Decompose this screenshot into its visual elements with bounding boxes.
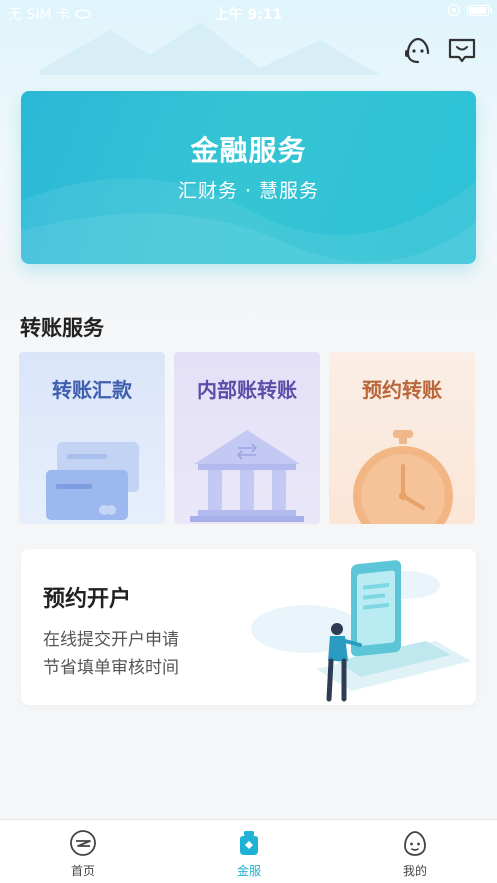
section-title-transfer: 转账服务	[20, 316, 104, 340]
appointment-title: 预约开户	[43, 587, 132, 612]
tab-label: 我的	[402, 864, 427, 878]
appointment-line-1: 在线提交开户申请	[43, 630, 179, 650]
financial-service-banner[interactable]: 金融服务 汇财务 · 慧服务	[21, 91, 476, 264]
card-label: 转账汇款	[52, 378, 132, 402]
appointment-account-card[interactable]: 预约开户 在线提交开户申请 节省填单审核时间	[21, 549, 476, 705]
customer-service-icon[interactable]	[401, 34, 435, 68]
status-bar: 无 SIM 卡 上午 9:11	[0, 0, 497, 26]
bank-cards-icon	[46, 442, 139, 520]
person-with-phone-illustration	[251, 560, 471, 702]
appointment-line-2: 节省填单审核时间	[43, 658, 179, 678]
tab-label: 金服	[236, 864, 261, 878]
stopwatch-icon	[353, 430, 453, 524]
card-internal-transfer[interactable]: 内部账转账	[174, 352, 320, 524]
tab-label: 首页	[70, 864, 95, 878]
banner-subtitle: 汇财务 · 慧服务	[177, 180, 320, 202]
profile-face-icon	[404, 831, 426, 856]
tab-home[interactable]: 首页	[0, 820, 166, 883]
banner-title: 金融服务	[190, 134, 307, 167]
bottom-tab-bar: 首页 金服 我的	[0, 819, 497, 883]
battery-icon	[467, 4, 492, 16]
card-transfer-remittance[interactable]: 转账汇款	[19, 352, 165, 524]
card-scheduled-transfer[interactable]: 预约转账	[329, 352, 475, 524]
card-label: 预约转账	[362, 378, 442, 402]
tab-financial-service[interactable]: 金服	[166, 820, 332, 883]
orientation-lock-icon	[447, 3, 461, 17]
financial-service-icon	[240, 831, 258, 855]
home-logo-icon	[70, 830, 96, 856]
bank-building-icon	[190, 430, 304, 522]
status-time: 上午 9:11	[214, 7, 283, 23]
message-icon[interactable]	[445, 34, 479, 68]
tab-profile[interactable]: 我的	[332, 820, 497, 883]
card-label: 内部账转账	[197, 378, 297, 402]
